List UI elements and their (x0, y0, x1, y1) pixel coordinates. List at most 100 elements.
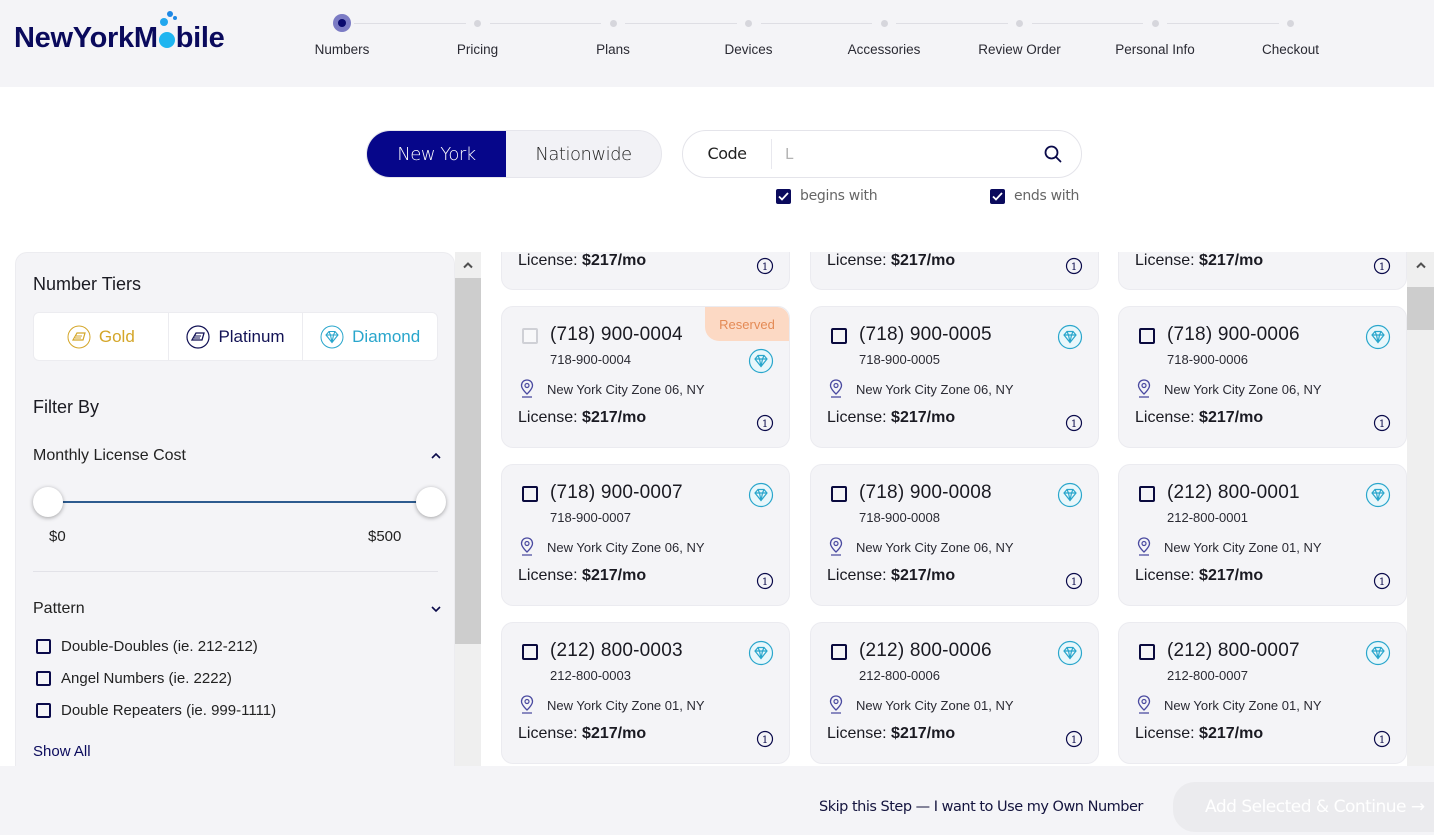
scroll-up-arrow-icon[interactable] (455, 252, 481, 278)
info-icon[interactable]: 1 (1373, 414, 1391, 437)
step-review-order[interactable]: Review Order (960, 12, 1080, 57)
slider-min-handle[interactable] (33, 487, 63, 517)
skip-step-link[interactable]: Skip this Step — I want to Use my Own Nu… (819, 799, 1143, 815)
number-card[interactable]: (212) 800-0003 212-800-0003 New York City … (501, 622, 790, 764)
license-price: License: $217/mo (1135, 725, 1264, 742)
pattern-option[interactable]: Angel Numbers (ie. 2222) (36, 670, 232, 687)
number-card[interactable]: License: $217/mo 1 (1118, 252, 1407, 290)
brand-logo[interactable]: NewYorkM bile (14, 11, 225, 55)
number-card[interactable]: (718) 900-0006 718-900-0006 New York City … (1118, 306, 1407, 448)
number-card[interactable]: (212) 800-0006 212-800-0006 New York City … (810, 622, 1099, 764)
number-card[interactable]: (212) 800-0007 212-800-0007 New York City … (1118, 622, 1407, 764)
ends-with-label: ends with (1014, 188, 1080, 204)
select-number-checkbox[interactable] (522, 644, 538, 660)
step-accessories[interactable]: Accessories (824, 12, 944, 57)
number-search-input[interactable] (772, 145, 1033, 163)
license-price: License: $217/mo (518, 252, 647, 269)
sidebar-scrollbar[interactable] (455, 252, 481, 766)
slider-max-handle[interactable] (416, 487, 446, 517)
phone-number: (718) 900-0007 (550, 482, 683, 503)
location-pin-icon (827, 536, 856, 559)
location: New York City Zone 01, NY (1135, 694, 1322, 717)
info-icon[interactable]: 1 (756, 257, 774, 280)
step-label: Review Order (978, 42, 1061, 57)
number-card[interactable]: License: $217/mo 1 (810, 252, 1099, 290)
info-icon[interactable]: 1 (756, 730, 774, 753)
info-icon[interactable]: 1 (1065, 257, 1083, 280)
monthly-cost-filter-header[interactable]: Monthly License Cost (33, 447, 441, 465)
pattern-checkbox[interactable] (36, 639, 51, 654)
monthly-cost-slider[interactable] (33, 485, 446, 521)
chevron-down-icon (431, 606, 441, 613)
step-personal-info[interactable]: Personal Info (1095, 12, 1215, 57)
show-all-link[interactable]: Show All (33, 743, 91, 760)
license-price: License: $217/mo (518, 725, 647, 742)
step-pricing[interactable]: Pricing (418, 12, 538, 57)
diamond-tier-icon (1057, 482, 1083, 513)
ends-with-checkbox[interactable] (990, 188, 1005, 204)
tier-platinum[interactable]: Platinum (169, 313, 304, 360)
number-card[interactable]: (718) 900-0005 718-900-0005 New York City … (810, 306, 1099, 448)
step-dot-icon (474, 20, 481, 27)
search-icon[interactable] (1033, 144, 1073, 164)
license-price: License: $217/mo (1135, 252, 1264, 269)
tier-gold[interactable]: Gold (34, 313, 169, 360)
select-number-checkbox[interactable] (1139, 486, 1155, 502)
scroll-up-arrow-icon[interactable] (1407, 252, 1434, 278)
info-icon[interactable]: 1 (756, 572, 774, 595)
pattern-option[interactable]: Double Repeaters (ie. 999-1111) (36, 702, 276, 719)
step-numbers[interactable]: Numbers (282, 12, 402, 57)
number-card[interactable]: (718) 900-0008 718-900-0008 New York City … (810, 464, 1099, 606)
number-card[interactable]: (212) 800-0001 212-800-0001 New York City … (1118, 464, 1407, 606)
results-scrollbar-thumb[interactable] (1407, 287, 1434, 330)
begins-with-checkbox[interactable] (776, 188, 791, 204)
step-checkout[interactable]: Checkout (1231, 12, 1351, 57)
results-scrollbar[interactable] (1407, 252, 1434, 766)
checkout-stepper: Numbers Pricing Plans Devices Accessories Rev… (300, 12, 1360, 72)
select-number-checkbox[interactable] (831, 486, 847, 502)
location: New York City Zone 06, NY (1135, 378, 1322, 401)
svg-text:1: 1 (1379, 735, 1385, 746)
add-selected-continue-button[interactable]: Add Selected & Continue → (1173, 782, 1434, 832)
info-icon[interactable]: 1 (1065, 414, 1083, 437)
step-plans[interactable]: Plans (553, 12, 673, 57)
region-option-new-york[interactable]: New York (367, 131, 506, 177)
info-icon[interactable]: 1 (1373, 730, 1391, 753)
select-number-checkbox[interactable] (522, 328, 538, 344)
reserved-badge: Reserved (705, 307, 789, 341)
pattern-option[interactable]: Double-Doubles (ie. 212-212) (36, 638, 258, 655)
pattern-checkbox[interactable] (36, 671, 51, 686)
number-card[interactable]: (718) 900-0007 718-900-0007 New York City … (501, 464, 790, 606)
sidebar-scrollbar-thumb[interactable] (455, 278, 481, 644)
ends-with-option[interactable]: ends with (990, 188, 1079, 204)
region-option-nationwide[interactable]: Nationwide (506, 131, 661, 177)
platinum-bar-icon (186, 324, 211, 349)
info-icon[interactable]: 1 (1373, 257, 1391, 280)
diamond-tier-icon (1365, 640, 1391, 671)
location-pin-icon (518, 378, 547, 401)
number-card[interactable]: License: $217/mo 1 (501, 252, 790, 290)
pattern-checkbox[interactable] (36, 703, 51, 718)
select-number-checkbox[interactable] (831, 328, 847, 344)
tier-diamond[interactable]: Diamond (303, 313, 437, 360)
chevron-up-icon (431, 452, 441, 459)
info-icon[interactable]: 1 (1065, 730, 1083, 753)
license-price: License: $217/mo (827, 567, 956, 584)
select-number-checkbox[interactable] (1139, 644, 1155, 660)
info-icon[interactable]: 1 (1065, 572, 1083, 595)
info-icon[interactable]: 1 (756, 414, 774, 437)
pattern-filter-header[interactable]: Pattern (33, 600, 441, 618)
phone-number: (212) 800-0001 (1167, 482, 1300, 503)
begins-with-option[interactable]: begins with (776, 188, 878, 204)
select-number-checkbox[interactable] (1139, 328, 1155, 344)
svg-text:1: 1 (1379, 419, 1385, 430)
svg-text:1: 1 (1071, 577, 1077, 588)
info-icon[interactable]: 1 (1373, 572, 1391, 595)
select-number-checkbox[interactable] (522, 486, 538, 502)
filter-by-title: Filter By (33, 397, 100, 417)
number-search-box: Code (682, 130, 1082, 178)
location: New York City Zone 01, NY (518, 694, 705, 717)
select-number-checkbox[interactable] (831, 644, 847, 660)
number-card[interactable]: Reserved (718) 900-0004 718-900-0004 New Yo… (501, 306, 790, 448)
step-devices[interactable]: Devices (689, 12, 809, 57)
